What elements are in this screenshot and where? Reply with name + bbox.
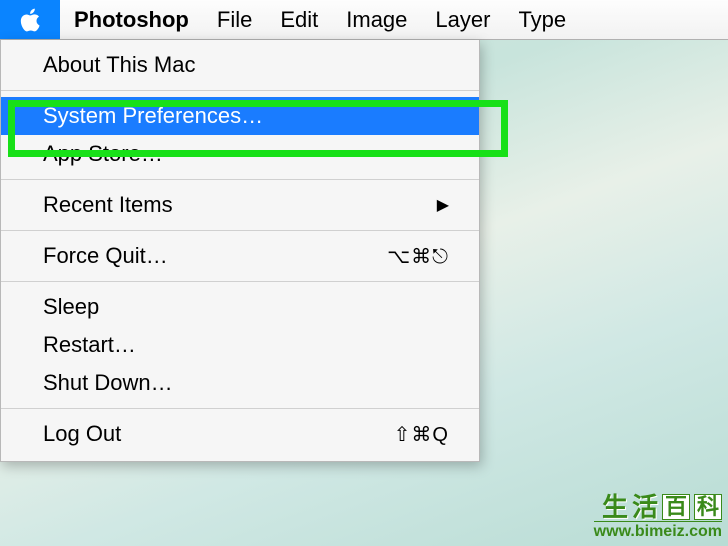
menu-item-label: App Store… xyxy=(43,141,163,167)
menu-item-label: System Preferences… xyxy=(43,103,263,129)
apple-icon xyxy=(18,6,42,34)
watermark-char: 科 xyxy=(694,494,722,520)
menu-separator xyxy=(1,281,479,282)
menubar-item-photoshop[interactable]: Photoshop xyxy=(60,0,203,39)
menubar-item-layer[interactable]: Layer xyxy=(421,0,504,39)
apple-menu-button[interactable] xyxy=(0,0,60,39)
menubar-label: Photoshop xyxy=(74,7,189,33)
menu-shortcut: ⇧⌘Q xyxy=(394,422,449,447)
menu-shortcut: ⌥⌘⎋ xyxy=(387,244,449,269)
watermark-logo: 生 活 百 科 xyxy=(594,494,722,520)
menubar-item-image[interactable]: Image xyxy=(332,0,421,39)
menu-item-about-mac[interactable]: About This Mac xyxy=(1,46,479,84)
menu-separator xyxy=(1,90,479,91)
menubar-label: Type xyxy=(518,7,566,33)
menu-item-log-out[interactable]: Log Out ⇧⌘Q xyxy=(1,415,479,453)
menubar-item-edit[interactable]: Edit xyxy=(266,0,332,39)
watermark-url: www.bimeiz.com xyxy=(594,524,722,540)
menu-item-app-store[interactable]: App Store… xyxy=(1,135,479,173)
submenu-arrow-icon: ▶ xyxy=(437,195,449,215)
watermark-char: 活 xyxy=(632,494,658,520)
menu-item-system-preferences[interactable]: System Preferences… xyxy=(1,97,479,135)
menu-separator xyxy=(1,179,479,180)
menubar-label: Edit xyxy=(280,7,318,33)
menubar-item-type[interactable]: Type xyxy=(504,0,580,39)
menubar-label: Layer xyxy=(435,7,490,33)
menu-item-recent-items[interactable]: Recent Items ▶ xyxy=(1,186,479,224)
watermark: 生 活 百 科 www.bimeiz.com xyxy=(594,494,722,540)
menu-separator xyxy=(1,230,479,231)
menu-item-restart[interactable]: Restart… xyxy=(1,326,479,364)
menu-item-label: Force Quit… xyxy=(43,243,168,269)
apple-dropdown-menu: About This Mac System Preferences… App S… xyxy=(0,40,480,462)
watermark-char: 生 xyxy=(602,494,628,520)
menu-item-shut-down[interactable]: Shut Down… xyxy=(1,364,479,402)
menu-item-label: Sleep xyxy=(43,294,99,320)
menubar-label: File xyxy=(217,7,252,33)
menubar-item-file[interactable]: File xyxy=(203,0,266,39)
watermark-char: 百 xyxy=(662,494,690,520)
menu-item-label: Shut Down… xyxy=(43,370,173,396)
menu-item-label: Log Out xyxy=(43,421,121,447)
menu-item-label: Restart… xyxy=(43,332,136,358)
menu-item-sleep[interactable]: Sleep xyxy=(1,288,479,326)
menu-item-force-quit[interactable]: Force Quit… ⌥⌘⎋ xyxy=(1,237,479,275)
menu-separator xyxy=(1,408,479,409)
menu-item-label: About This Mac xyxy=(43,52,195,78)
menubar: Photoshop File Edit Image Layer Type xyxy=(0,0,728,40)
menubar-label: Image xyxy=(346,7,407,33)
menu-item-label: Recent Items xyxy=(43,192,173,218)
